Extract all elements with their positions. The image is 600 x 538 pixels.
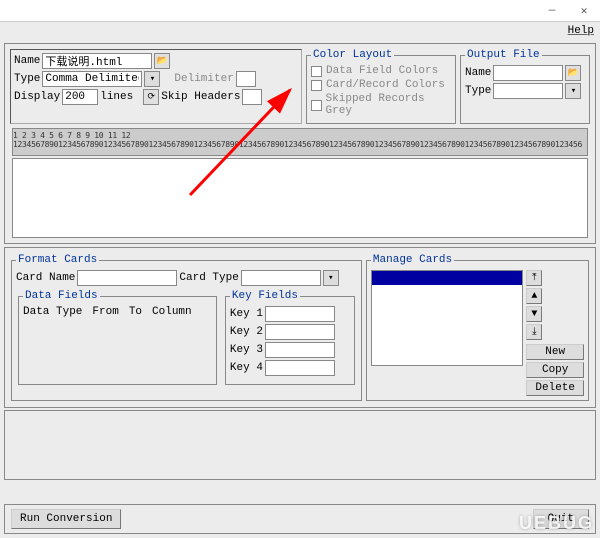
skipped-records-grey-label: Skipped Records Grey [326,93,451,117]
menu-help[interactable]: Help [568,25,594,37]
ruler-units: 1234567890123456789012345678901234567890… [13,140,587,149]
key3-label: Key 3 [230,344,263,356]
output-type-dropdown-icon[interactable]: ▾ [565,83,581,99]
data-preview[interactable] [12,158,588,238]
key2-label: Key 2 [230,326,263,338]
move-down-icon[interactable]: ▼ [526,306,542,322]
key1-input[interactable] [265,306,335,322]
card-record-colors-label: Card/Record Colors [326,79,445,91]
display-lines-input[interactable] [62,89,98,105]
output-name-label: Name [465,67,491,79]
color-layout-legend: Color Layout [311,49,394,61]
output-type-label: Type [465,85,491,97]
open-file-icon[interactable]: 📂 [154,53,170,69]
lines-label: lines [100,91,133,103]
card-record-colors-checkbox[interactable] [311,80,322,91]
col-from: From [92,306,118,318]
manage-cards-group: Manage Cards ⤒ ▲ ▼ ⤓ New Copy Delete [366,254,589,401]
output-open-icon[interactable]: 📂 [565,65,581,81]
card-name-input[interactable] [77,270,177,286]
name-label: Name [14,55,40,67]
display-label: Display [14,91,60,103]
quit-button[interactable]: Quit [533,509,589,529]
skipped-records-grey-checkbox[interactable] [311,100,322,111]
key3-input[interactable] [265,342,335,358]
skip-headers-label: Skip Headers [161,91,240,103]
data-field-colors-checkbox[interactable] [311,66,322,77]
refresh-icon[interactable]: ⟳ [143,89,159,105]
titlebar: — ✕ [0,0,600,22]
delete-button[interactable]: Delete [526,380,584,396]
key2-input[interactable] [265,324,335,340]
data-fields-legend: Data Fields [23,290,100,302]
output-name-input[interactable] [493,65,563,81]
format-cards-group: Format Cards Card Name Card Type ▾ Data … [11,254,362,401]
col-data-type: Data Type [23,306,82,318]
key4-input[interactable] [265,360,335,376]
data-field-colors-label: Data Field Colors [326,65,438,77]
selected-card-row[interactable] [372,271,522,285]
delimiter-input [236,71,256,87]
copy-button[interactable]: Copy [526,362,584,378]
key-fields-legend: Key Fields [230,290,300,302]
color-layout-group: Color Layout Data Field Colors Card/Reco… [306,49,456,124]
output-type-input[interactable] [493,83,563,99]
data-fields-group: Data Fields Data Type From To Column [18,290,217,385]
col-column: Column [152,306,192,318]
ruler-tens: 1 2 3 4 5 6 7 8 9 10 11 12 [13,131,587,140]
card-name-label: Card Name [16,272,75,284]
run-conversion-button[interactable]: Run Conversion [11,509,121,529]
new-button[interactable]: New [526,344,584,360]
move-bottom-icon[interactable]: ⤓ [526,324,542,340]
card-type-label: Card Type [179,272,238,284]
key-fields-group: Key Fields Key 1 Key 2 Key 3 Key 4 [225,290,355,385]
name-input[interactable] [42,53,152,69]
manage-cards-legend: Manage Cards [371,254,454,266]
close-button[interactable]: ✕ [568,0,600,22]
output-file-legend: Output File [465,49,542,61]
key1-label: Key 1 [230,308,263,320]
log-area [4,410,596,480]
card-type-input[interactable] [241,270,321,286]
card-type-dropdown-icon[interactable]: ▾ [323,270,339,286]
delimiter-label: Delimiter [174,73,233,85]
type-label: Type [14,73,40,85]
type-input[interactable] [42,71,142,87]
key4-label: Key 4 [230,362,263,374]
ruler: 1 2 3 4 5 6 7 8 9 10 11 12 1234567890123… [12,128,588,156]
format-cards-legend: Format Cards [16,254,99,266]
skip-headers-input[interactable] [242,89,262,105]
output-file-group: Output File Name 📂 Type ▾ [460,49,590,124]
manage-cards-list[interactable] [371,270,523,366]
minimize-button[interactable]: — [536,0,568,22]
type-dropdown-icon[interactable]: ▾ [144,71,160,87]
move-up-icon[interactable]: ▲ [526,288,542,304]
menubar: Help [0,22,600,40]
col-to: To [129,306,142,318]
move-top-icon[interactable]: ⤒ [526,270,542,286]
